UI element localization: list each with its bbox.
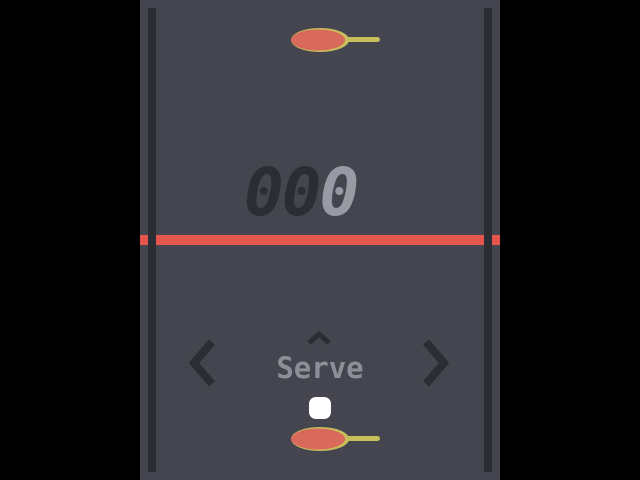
net-wall-overlap-right [484, 235, 492, 245]
serve-label[interactable]: Serve [260, 348, 380, 388]
ping-pong-paddle-icon [291, 427, 380, 451]
game-court: 000 Serve [140, 0, 500, 480]
caret-up-icon[interactable] [306, 330, 332, 346]
score-lit-digit: 0 [319, 154, 359, 231]
player-paddle[interactable] [288, 424, 384, 454]
net-wall-overlap-left [148, 235, 156, 245]
net-line [140, 235, 500, 245]
score-dim-digits: 00 [244, 154, 321, 231]
ping-pong-paddle-icon [291, 28, 380, 52]
score-display: 000 [244, 160, 404, 226]
chevron-left-icon[interactable] [188, 336, 218, 390]
opponent-paddle [291, 28, 380, 52]
ball-icon [309, 397, 331, 419]
chevron-right-icon[interactable] [420, 336, 450, 390]
